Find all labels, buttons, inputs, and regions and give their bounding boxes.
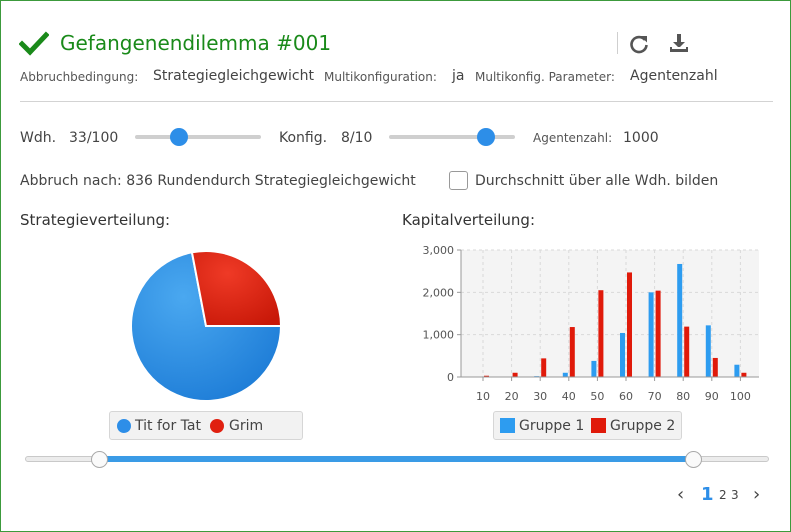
x-tick-label: 90 [705,390,719,403]
x-tick-label: 40 [562,390,576,403]
pager-page-1[interactable]: 1 [701,484,714,505]
bar-gruppe-2-50 [598,290,604,377]
bar-gruppe-1-100 [734,364,740,377]
range-slider-fill [100,456,694,462]
legend-label-gruppe-1: Gruppe 1 [519,418,585,434]
wdh-slider-thumb[interactable] [169,128,188,146]
bar-gruppe-2-60 [627,272,632,377]
pager-prev-button[interactable]: ‹ [677,484,684,505]
capital-bar-chart: 0 1,000 2,000 3,000 10 20 30 40 50 60 70 80 90 100 [423,244,759,403]
agentenzahl-value: 1000 [623,130,659,146]
abbruchbedingung-value: Strategiegleichgewicht [153,68,314,84]
bar-gruppe-2-90 [712,357,718,377]
x-tick-label: 60 [619,390,633,403]
strategy-title: Strategieverteilung: [20,211,171,229]
legend-label-tit-for-tat: Tit for Tat [135,418,201,434]
legend-label-grim: Grim [229,418,264,434]
y-tick-label: 1,000 [423,329,455,342]
konfig-slider-track[interactable] [389,135,515,139]
capital-title: Kapitalverteilung: [402,211,536,229]
legend-label-gruppe-2: Gruppe 2 [610,418,676,434]
x-tick-label: 80 [676,390,690,403]
multikonfiguration-value: ja [452,68,465,84]
x-tick-label: 50 [590,390,604,403]
pager-page-3[interactable]: 3 [731,488,739,502]
konfig-value: 8/10 [341,130,373,146]
bar-gruppe-1-40 [562,372,568,377]
x-tick-label: 100 [730,390,751,403]
multikonfig-parameter-value: Agentenzahl [630,68,718,84]
average-checkbox[interactable] [449,171,468,190]
bar-gruppe-1-70 [648,292,654,377]
x-tick-label: 10 [476,390,490,403]
abbruchbedingung-label: Abbruchbedingung: [20,70,139,84]
y-tick-label: 0 [447,371,454,384]
bar-gruppe-2-80 [684,326,690,377]
simulation-card: Gefangenendilemma #001 Abbruchbedingung:… [0,0,791,532]
strategy-pie-chart [130,250,283,402]
bar-gruppe-2-30 [541,358,547,377]
header-divider [20,101,773,102]
bar-gruppe-2-40 [569,327,575,377]
bar-gruppe-1-90 [705,325,711,377]
bar-gruppe-1-60 [620,332,625,377]
check-icon [19,31,49,56]
pager-page-2[interactable]: 2 [719,488,727,502]
wdh-value: 33/100 [69,130,119,146]
range-slider-high-thumb[interactable] [684,451,702,468]
x-tick-label: 70 [648,390,662,403]
legend-marker-tit-for-tat [117,419,131,433]
x-tick-label: 20 [505,390,519,403]
abbruch-info: Abbruch nach: 836 Rundendurch Strategieg… [20,173,416,189]
toolbar-divider [617,32,618,54]
refresh-icon[interactable] [627,32,651,56]
bar-gruppe-2-20 [512,372,518,377]
page-title: Gefangenendilemma #001 [60,31,332,55]
average-checkbox-label[interactable]: Durchschnitt über alle Wdh. bilden [475,173,718,189]
wdh-slider-track[interactable] [135,135,261,139]
wdh-label: Wdh. [20,130,57,146]
legend-marker-gruppe-1 [500,418,515,433]
konfig-label: Konfig. [279,130,328,146]
y-tick-label: 2,000 [423,286,455,299]
multikonfig-parameter-label: Multikonfig. Parameter: [475,70,615,84]
legend-marker-grim [210,419,224,433]
download-icon[interactable] [667,31,691,55]
legend-marker-gruppe-2 [591,418,606,433]
pie-slice-grim [190,250,283,327]
x-tick-label: 30 [533,390,547,403]
multikonfiguration-label: Multikonfiguration: [324,70,437,84]
bar-gruppe-2-100 [741,372,747,377]
bar-gruppe-2-70 [655,290,661,377]
konfig-slider-thumb[interactable] [477,128,496,146]
range-slider-low-thumb[interactable] [91,451,109,468]
y-tick-label: 3,000 [423,244,455,257]
agentenzahl-label: Agentenzahl: [533,131,613,145]
pager-next-button[interactable]: › [753,484,760,505]
bar-gruppe-1-50 [591,360,597,377]
bar-gruppe-1-80 [677,263,683,377]
